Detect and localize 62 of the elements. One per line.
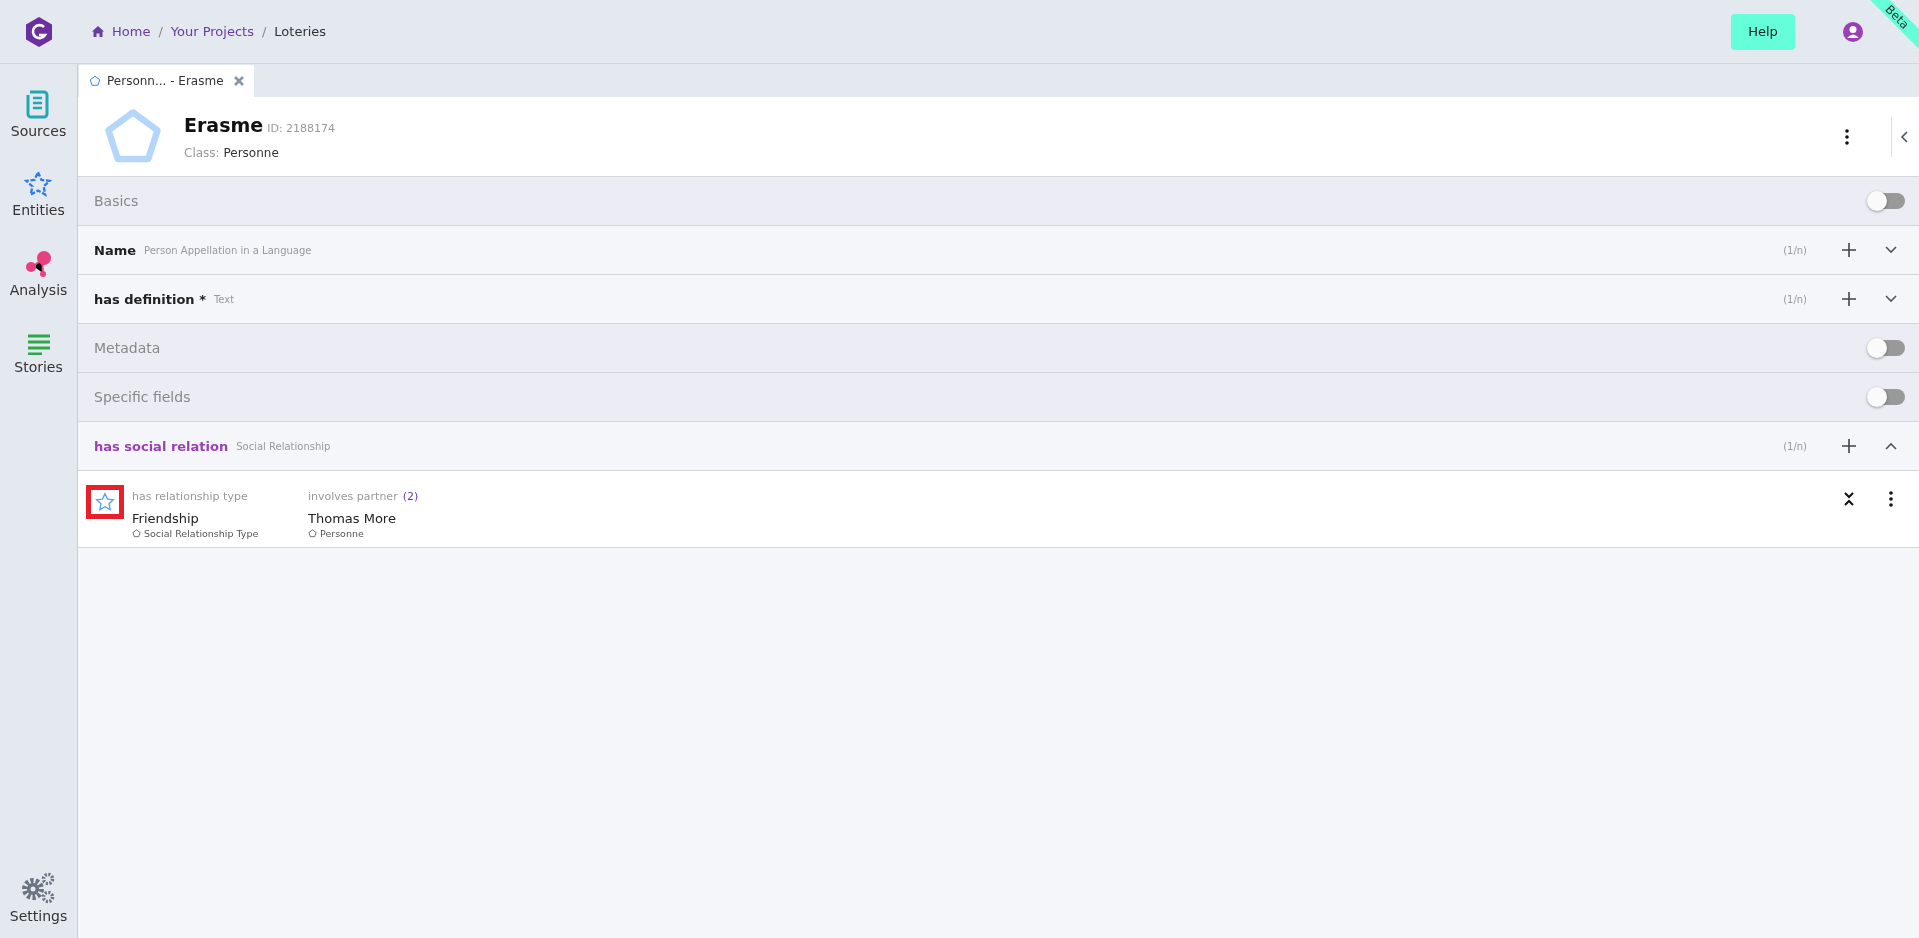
field-label: has definition * (94, 291, 206, 307)
section-title: Basics (94, 193, 140, 209)
plus-icon (1842, 292, 1856, 306)
nodes-icon (24, 250, 53, 278)
pentagon-icon (89, 75, 101, 87)
class-name: Social Relationship Type (144, 528, 259, 539)
star-icon (24, 170, 53, 198)
section-title: Metadata (94, 340, 162, 356)
chevron-down-icon (1885, 295, 1897, 303)
column-label: has relationship type (132, 490, 248, 503)
relation-value[interactable]: Thomas More (308, 511, 484, 526)
chevron-up-icon (1885, 442, 1897, 450)
chevron-down-icon (1885, 246, 1897, 254)
field-type: Person Appellation in a Language (144, 244, 312, 256)
sidebar-item[interactable]: Analysis (9, 234, 68, 314)
favorite-button[interactable] (86, 485, 124, 519)
breadcrumb-link[interactable]: Your Projects (170, 24, 254, 39)
class-value: Personne (223, 145, 279, 160)
more-icon (1889, 491, 1893, 507)
partner-count: (2) (402, 490, 419, 503)
pentagon-icon (132, 529, 141, 538)
sidebar-item[interactable]: Stories (14, 314, 63, 394)
section-title: Specific fields (94, 389, 192, 405)
sidebar-item[interactable]: Entities (12, 154, 65, 234)
breadcrumb-separator: / (158, 24, 163, 39)
class-label: Class: (184, 145, 220, 160)
plus-icon (1842, 439, 1856, 453)
logo-icon[interactable] (24, 15, 54, 48)
column-label: involves partner (308, 490, 398, 503)
chevron-left-icon[interactable] (1900, 130, 1908, 143)
lines-icon (26, 333, 51, 355)
sidebar-item[interactable]: Settings (9, 858, 68, 938)
breadcrumb-text: Loteries (274, 24, 327, 39)
relation-value[interactable]: Friendship (132, 511, 308, 526)
breadcrumb-separator: / (261, 24, 267, 39)
user-icon[interactable] (1843, 21, 1863, 42)
toggle-switch[interactable] (1869, 340, 1905, 356)
entity-id: ID: 2188174 (267, 121, 336, 135)
field-label: Name (94, 242, 136, 258)
star-icon (95, 492, 115, 512)
plus-icon (1842, 243, 1856, 257)
toggle-switch[interactable] (1869, 193, 1905, 209)
gears-icon (20, 872, 57, 904)
field-label: has social relation (94, 438, 229, 454)
tab[interactable]: Personn... - Erasme (79, 65, 254, 97)
pentagon-icon (308, 529, 317, 538)
more-icon (1845, 128, 1849, 145)
field-type: Text (213, 293, 235, 305)
breadcrumb-link[interactable]: Home (112, 24, 151, 39)
home-icon[interactable] (92, 26, 104, 37)
toggle-switch[interactable] (1869, 389, 1905, 405)
sidebar-item[interactable]: Sources (10, 74, 67, 154)
field-count: (1/n) (1783, 244, 1807, 256)
class-name: Personne (320, 528, 364, 539)
entity-name: Erasme (184, 113, 264, 136)
scroll-icon (25, 89, 52, 119)
field-count: (1/n) (1783, 293, 1807, 305)
field-count: (1/n) (1783, 440, 1807, 452)
collapse-icon (1844, 492, 1854, 506)
help-button[interactable]: Help (1731, 13, 1795, 50)
close-icon[interactable] (233, 76, 244, 86)
field-type: Social Relationship (236, 440, 331, 452)
